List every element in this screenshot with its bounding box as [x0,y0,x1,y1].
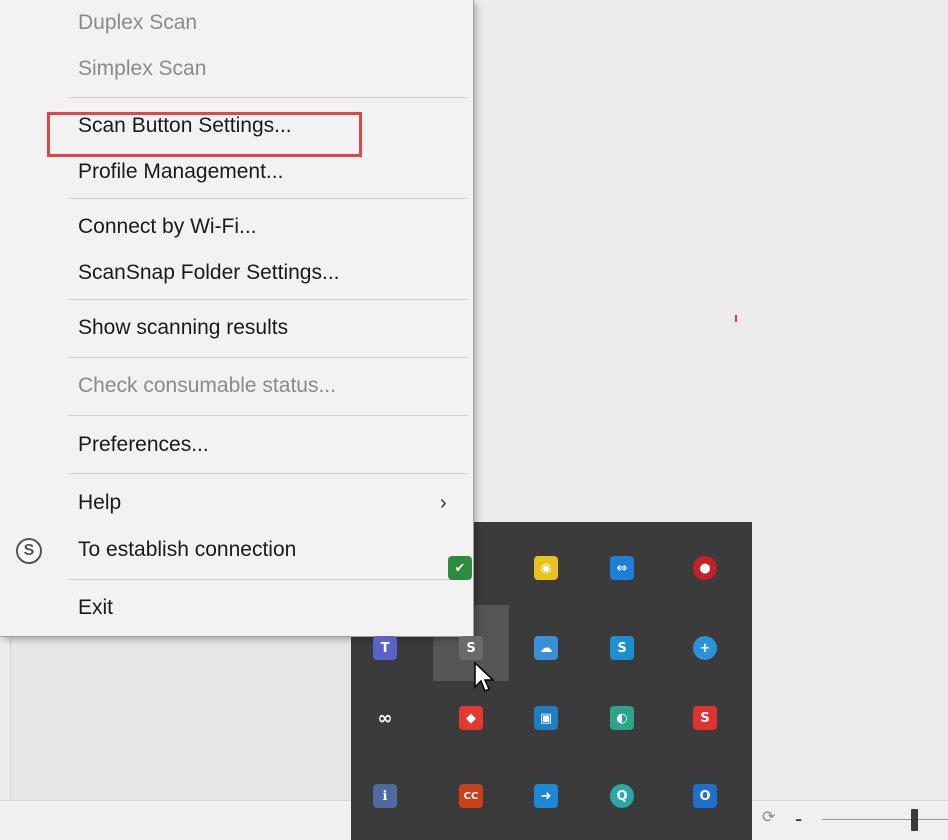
arrow-share-icon[interactable]: ➜ [534,784,558,808]
zoom-slider-thumb[interactable] [911,809,918,831]
teams-icon[interactable]: T [373,636,397,660]
menu-item-simplex-scan[interactable]: Simplex Scan [78,52,458,86]
search-q-icon[interactable]: Q [610,784,634,808]
refresh-icon[interactable]: ⟳ [762,807,775,827]
highlight-annotation-box [47,112,362,157]
plus-circle-icon[interactable]: + [693,636,717,660]
cc4-icon[interactable]: CC [459,784,483,808]
shield-check-icon[interactable]: ✔ [448,556,472,580]
zoom-out-button[interactable]: - [795,808,809,830]
background-pane [10,630,355,800]
menu-separator [68,415,468,416]
menu-separator [68,97,468,98]
screen-share-icon[interactable]: ▣ [534,706,558,730]
scansnap-icon: S [16,538,42,564]
menu-item-connect-wifi[interactable]: Connect by Wi-Fi... [78,210,458,244]
menu-item-establish-connection[interactable]: To establish connection [78,533,458,567]
chevron-right-icon: › [440,492,447,514]
teamviewer-icon[interactable]: ⇔ [610,556,634,580]
menu-item-preferences[interactable]: Preferences... [78,428,458,462]
link-chain-icon[interactable]: ∞ [373,706,397,730]
menu-item-show-results[interactable]: Show scanning results [78,311,458,345]
menu-separator [68,299,468,300]
red-marker [735,315,737,322]
menu-separator [68,473,468,474]
scansnap-context-menu: Duplex Scan Simplex Scan Scan Button Set… [0,0,474,637]
menu-item-duplex-scan[interactable]: Duplex Scan [78,6,458,40]
red-diamond-icon[interactable]: ◆ [459,706,483,730]
outlook-icon[interactable]: O [693,784,717,808]
wifi-signal-icon[interactable]: ◉ [534,556,558,580]
green-blue-icon[interactable]: ◐ [610,706,634,730]
s-red-icon[interactable]: S [693,706,717,730]
red-button-icon[interactable]: ● [693,556,717,580]
menu-separator [68,198,468,199]
menu-item-help[interactable]: Help [78,486,458,520]
s-blue-icon[interactable]: S [610,636,634,660]
scansnap-tray-icon[interactable]: S [459,636,483,660]
menu-item-profile-management[interactable]: Profile Management... [78,155,458,189]
cloud-globe-icon[interactable]: ☁ [534,636,558,660]
zoom-slider-track[interactable] [822,819,948,820]
menu-separator [68,357,468,358]
menu-item-exit[interactable]: Exit [78,591,458,625]
menu-item-folder-settings[interactable]: ScanSnap Folder Settings... [78,256,458,290]
printer-info-icon[interactable]: ℹ [373,784,397,808]
menu-item-check-consumable[interactable]: Check consumable status... [78,369,458,403]
menu-separator [68,579,468,580]
mouse-cursor-icon [474,661,495,693]
